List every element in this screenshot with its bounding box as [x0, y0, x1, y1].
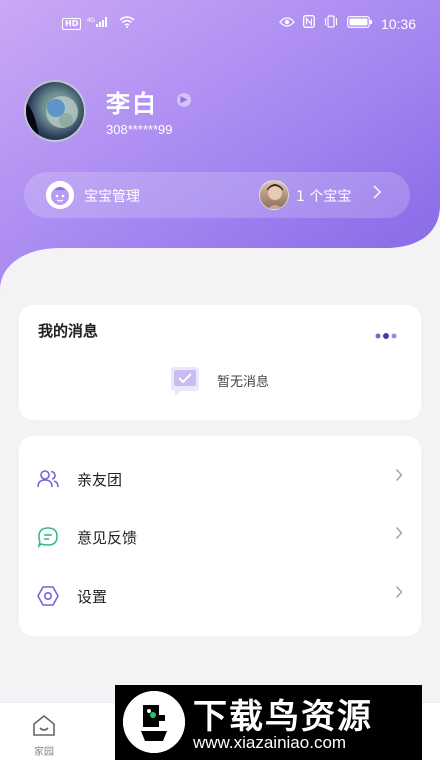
avatar[interactable]	[24, 80, 86, 142]
menu-item-friends[interactable]: 亲友团	[19, 450, 421, 508]
messages-card: 我的消息 暂无消息	[19, 305, 421, 420]
menu-card: 亲友团 意见反馈 设置	[19, 436, 421, 636]
chevron-right-icon	[395, 525, 403, 544]
status-time: 10:36	[380, 15, 416, 32]
status-left: HD 4G	[62, 16, 135, 32]
baby-management-bar[interactable]: 宝宝管理 1 个宝宝	[24, 172, 410, 218]
more-icon[interactable]	[375, 325, 399, 339]
chevron-right-icon	[372, 184, 382, 204]
username[interactable]: 李白	[106, 84, 158, 119]
baby-management-label: 宝宝管理	[84, 189, 140, 205]
menu-item-label: 意见反馈	[77, 529, 138, 547]
chevron-right-icon	[395, 584, 403, 603]
battery-icon	[347, 15, 373, 32]
empty-message-text: 暂无消息	[217, 375, 270, 390]
empty-message-icon	[167, 363, 203, 399]
svg-text:4G: 4G	[87, 18, 95, 24]
menu-item-settings[interactable]: 设置	[19, 567, 421, 625]
status-right: 10:36	[279, 15, 416, 32]
wifi-icon	[119, 16, 135, 32]
hd-indicator: HD	[62, 18, 82, 30]
menu-item-label: 亲友团	[77, 471, 123, 489]
watermark-url: www.xiazainiao.com	[193, 733, 347, 752]
signal-icon: 4G	[87, 16, 113, 32]
watermark: 下载鸟资源 www.xiazainiao.com	[115, 685, 422, 760]
eye-icon	[279, 16, 295, 32]
baby-count: 1 个宝宝	[296, 189, 352, 205]
profile-page: HD 4G 10:36 李白 ▶ 308******99 宝宝管理 1 个宝宝 …	[0, 0, 440, 770]
baby-avatar	[259, 180, 289, 210]
watermark-title: 下载鸟资源	[193, 697, 373, 737]
profile-arrow-icon[interactable]: ▶	[177, 93, 191, 107]
nav-home-label: 家园	[34, 747, 54, 758]
messages-title: 我的消息	[38, 322, 99, 340]
status-bar: HD 4G 10:36	[0, 0, 440, 48]
home-icon	[31, 714, 57, 741]
chevron-right-icon	[395, 467, 403, 486]
people-icon	[36, 467, 60, 491]
nfc-icon	[303, 15, 315, 32]
chat-icon	[36, 525, 60, 549]
menu-item-label: 设置	[77, 588, 108, 606]
bird-logo-icon	[123, 691, 185, 753]
user-id: 308******99	[106, 122, 173, 137]
settings-icon	[36, 584, 60, 608]
vibrate-icon	[323, 15, 339, 32]
menu-item-feedback[interactable]: 意见反馈	[19, 508, 421, 566]
nav-home[interactable]: 家园	[24, 713, 64, 763]
baby-face-icon	[46, 181, 74, 209]
